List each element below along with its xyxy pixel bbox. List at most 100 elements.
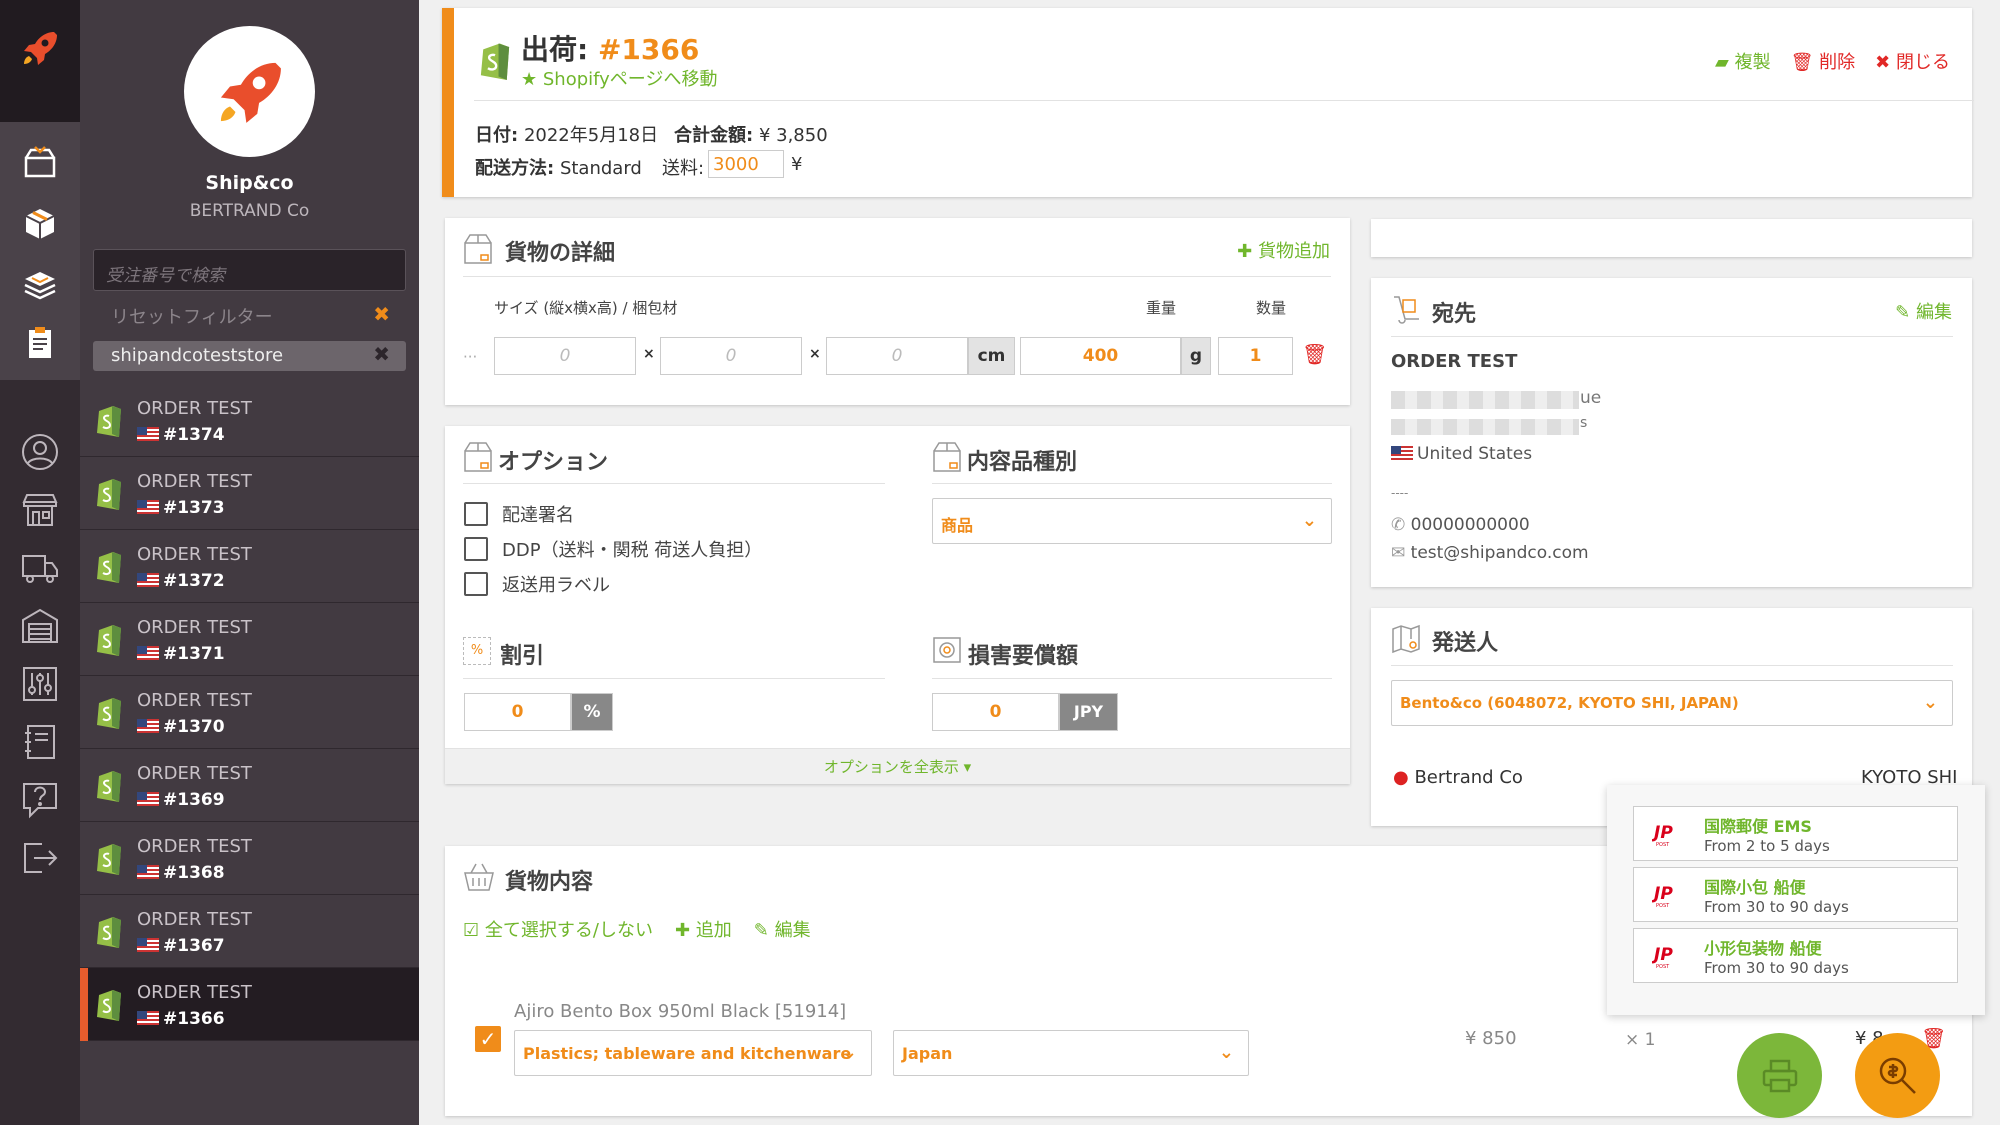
divider: [1391, 336, 1953, 337]
duplicate-button[interactable]: ▰ 複製: [1715, 48, 1771, 74]
order-name: ORDER TEST: [137, 398, 252, 419]
shopify-icon: [97, 990, 121, 1021]
selected-indicator: [80, 968, 88, 1041]
order-name: ORDER TEST: [137, 982, 252, 1003]
order-name: ORDER TEST: [137, 836, 252, 857]
edit-items-button[interactable]: ✎ 編集: [754, 916, 811, 942]
delete-button[interactable]: 🗑 削除: [1791, 48, 1856, 74]
discount-unit: %: [571, 693, 613, 731]
option-signature[interactable]: 配達署名: [464, 501, 574, 527]
hand-truck-icon: [1394, 296, 1419, 324]
reset-filter-button[interactable]: リセットフィルター ✖: [93, 300, 406, 330]
close-button[interactable]: ✖ 閉じる: [1875, 48, 1950, 74]
shopify-icon: [97, 406, 121, 437]
print-button[interactable]: [1737, 1033, 1822, 1118]
length-input[interactable]: 0: [494, 337, 636, 375]
logout-icon[interactable]: [18, 836, 62, 880]
package-menu[interactable]: ···: [463, 348, 477, 366]
blurred-address-line: [1391, 391, 1579, 409]
notebook-icon[interactable]: [18, 720, 62, 764]
order-search-input[interactable]: 受注番号で検索: [93, 249, 406, 291]
weight-input[interactable]: 400: [1020, 337, 1181, 375]
content-type-title: 内容品種別: [967, 450, 1078, 475]
item-origin-select[interactable]: Japan ⌄: [893, 1030, 1249, 1076]
order-list-item[interactable]: ORDER TEST #1370: [80, 676, 419, 749]
item-category-select[interactable]: Plastics; tableware and kitchenware ⌄: [514, 1030, 872, 1076]
delete-package-icon[interactable]: 🗑: [1302, 342, 1327, 366]
svg-text:JP: JP: [1652, 945, 1673, 965]
discount-input[interactable]: 0: [464, 693, 571, 731]
order-number: #1374: [137, 425, 225, 445]
company-name: BERTRAND Co: [189, 201, 310, 221]
stack-icon[interactable]: [18, 264, 62, 308]
show-all-options-button[interactable]: オプションを全表示 ▾: [445, 748, 1350, 784]
carrier-option[interactable]: JP POST 国際小包 船便 From 30 to 90 days: [1633, 867, 1958, 922]
help-icon[interactable]: [18, 778, 62, 822]
us-flag-icon: [137, 573, 159, 587]
dims-separator: ×: [643, 346, 655, 362]
app-logo[interactable]: [0, 0, 80, 122]
close-icon[interactable]: ✖: [373, 302, 390, 326]
carrier-option[interactable]: JP POST 国際郵便 EMS From 2 to 5 days: [1633, 806, 1958, 861]
us-flag-icon: [137, 792, 159, 806]
rate-search-button[interactable]: [1855, 1033, 1940, 1118]
item-checkbox[interactable]: ✓: [475, 1026, 501, 1052]
order-list-item[interactable]: ORDER TEST #1372: [80, 530, 419, 603]
warehouse-icon[interactable]: [18, 604, 62, 648]
inbox-icon[interactable]: [18, 140, 62, 184]
sender-select[interactable]: Bento&co (6048072, KYOTO SHI, JAPAN) ⌄: [1391, 680, 1953, 726]
order-list-item[interactable]: ORDER TEST #1369: [80, 749, 419, 822]
price-search-icon: [1879, 1057, 1916, 1094]
insurance-title: 損害要償額: [968, 644, 1079, 669]
add-package-button[interactable]: ✚ 貨物追加: [1237, 237, 1330, 263]
option-return-label[interactable]: 返送用ラベル: [464, 571, 610, 597]
truck-icon[interactable]: [18, 546, 62, 590]
plus-icon: ✚: [674, 920, 691, 941]
store-icon[interactable]: [18, 488, 62, 532]
option-ddp[interactable]: DDP（送料・関税 荷送人負担）: [464, 536, 762, 562]
order-list-item[interactable]: ORDER TEST #1368: [80, 822, 419, 895]
discount-title: 割引: [500, 644, 545, 669]
shipping-fee-input[interactable]: 3000: [708, 150, 784, 178]
return-label-checkbox[interactable]: [464, 572, 488, 596]
package-icon[interactable]: [18, 202, 62, 246]
svg-text:JP: JP: [1652, 884, 1673, 904]
order-list-item[interactable]: ORDER TEST #1367: [80, 895, 419, 968]
carrier-option[interactable]: JP POST 小形包装物 船便 From 30 to 90 days: [1633, 928, 1958, 983]
svg-text:POST: POST: [1656, 842, 1670, 847]
trash-icon: 🗑: [1790, 52, 1814, 73]
signature-checkbox[interactable]: [464, 502, 488, 526]
order-list-item[interactable]: ORDER TEST #1366: [80, 968, 419, 1041]
remove-filter-icon[interactable]: ✖: [373, 342, 390, 366]
content-type-select[interactable]: 商品 ⌄: [932, 498, 1332, 544]
user-icon[interactable]: [18, 430, 62, 474]
shopify-link[interactable]: ★ Shopifyページへ移動: [521, 65, 717, 91]
clipboard-icon[interactable]: [18, 320, 62, 364]
add-item-button[interactable]: ✚ 追加: [675, 916, 732, 942]
svg-text:POST: POST: [1656, 903, 1670, 908]
box-icon: [464, 442, 492, 472]
pencil-icon: ✎: [753, 920, 769, 941]
sliders-icon[interactable]: [18, 662, 62, 706]
item-quantity: × 1: [1625, 1030, 1656, 1050]
order-name: ORDER TEST: [137, 471, 252, 492]
chevron-down-icon: ⌄: [1922, 692, 1938, 713]
quantity-input[interactable]: 1: [1218, 337, 1293, 375]
package-card: 貨物の詳細 ✚ 貨物追加 サイズ (縦x横x高) / 梱包材 重量 数量 ···…: [445, 218, 1350, 405]
select-all-button[interactable]: ☑ 全て選択する/しない: [463, 916, 653, 942]
order-list-item[interactable]: ORDER TEST #1373: [80, 457, 419, 530]
insurance-unit: JPY: [1059, 693, 1118, 731]
order-name: ORDER TEST: [137, 617, 252, 638]
order-number: #1372: [137, 571, 225, 591]
order-list-item[interactable]: ORDER TEST #1374: [80, 384, 419, 457]
ddp-checkbox[interactable]: [464, 537, 488, 561]
carrier-name: 国際小包 船便: [1704, 878, 1806, 897]
rocket-icon: [220, 62, 281, 123]
height-input[interactable]: 0: [826, 337, 968, 375]
width-input[interactable]: 0: [660, 337, 802, 375]
insurance-input[interactable]: 0: [932, 693, 1059, 731]
chevron-down-icon: ⌄: [1301, 510, 1317, 531]
edit-recipient-button[interactable]: ✎ 編集: [1895, 298, 1952, 324]
order-list-item[interactable]: ORDER TEST #1371: [80, 603, 419, 676]
us-flag-icon: [137, 719, 159, 733]
